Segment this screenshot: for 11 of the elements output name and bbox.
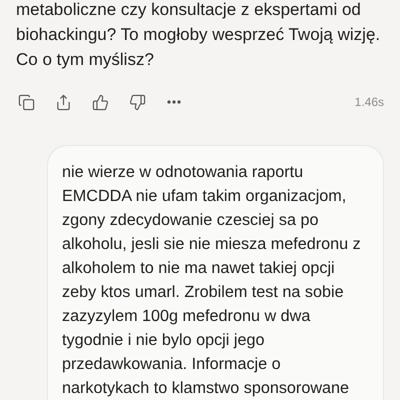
copy-button[interactable] — [16, 92, 36, 112]
copy-icon — [18, 94, 34, 110]
share-icon — [54, 94, 72, 110]
more-icon — [167, 100, 181, 104]
assistant-message-text: metaboliczne czy konsultacje z ekspertami od biohackingu? To mogłoby wesprzeć Twoją wizję. Co o tym myślisz? — [15, 0, 382, 71]
response-time: 1.46s — [354, 95, 384, 109]
like-button[interactable] — [90, 92, 110, 112]
dislike-button[interactable] — [127, 92, 147, 112]
thumbs-up-icon — [92, 94, 108, 110]
user-message-text: nie wierze w odnotowania raportu EMCDDA nie ufam takim organizacjom, zgony zdecydowanie czesciej sa po alkoholu, jesli sie nie miesza mefedronu z alkoholem to nie ma nawet takiej opcji zeby ktos umarl. Zrobilem test na sobie zazyzylem 100g mefedronu w dwa tygodnie i nie bylo opcji jego przedawkowania. Informacje o narkotykach to klamstwo sponsorowane — [62, 162, 362, 399]
thumbs-down-icon — [128, 94, 146, 110]
